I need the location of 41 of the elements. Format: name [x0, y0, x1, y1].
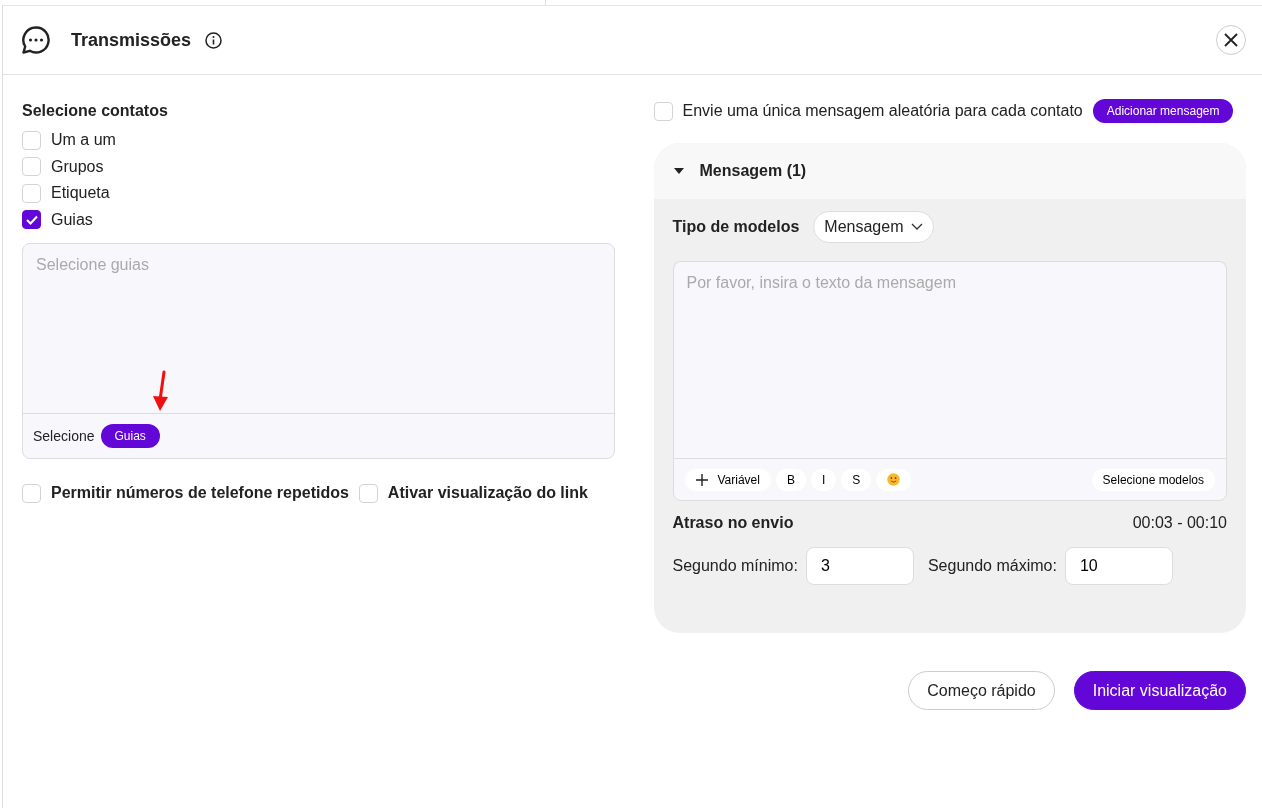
- template-type-select[interactable]: Mensagem: [813, 211, 935, 243]
- max-seconds-field[interactable]: 10: [1064, 547, 1173, 585]
- format-button[interactable]: I: [811, 468, 837, 491]
- checkbox-label: Permitir números de telefone repetidos: [51, 483, 349, 503]
- close-icon: [1224, 33, 1238, 47]
- field-label: Segundo mínimo:: [672, 556, 798, 576]
- format-button[interactable]: S: [841, 468, 872, 491]
- select-templates-button[interactable]: Selecione modelos: [1091, 468, 1215, 491]
- section-heading: Selecione contatos: [22, 101, 169, 121]
- add-variable-button[interactable]: Variável: [684, 468, 771, 491]
- chevron-down-icon: [911, 223, 924, 231]
- panel-header[interactable]: Mensagem (1): [653, 143, 1246, 199]
- plus-icon: [695, 473, 708, 486]
- add-message-button[interactable]: Adicionar mensagem: [1092, 99, 1234, 123]
- emoji-button[interactable]: [876, 468, 912, 491]
- close-button[interactable]: [1216, 25, 1246, 55]
- annotation-arrow: [151, 370, 171, 412]
- checkbox[interactable]: [22, 210, 41, 230]
- delay-range: 00:03 - 00:10: [1132, 513, 1227, 533]
- quick-start-button[interactable]: Começo rápido: [908, 671, 1055, 710]
- format-button[interactable]: B: [775, 468, 806, 491]
- tabs-button[interactable]: Guias: [100, 424, 160, 448]
- checkbox-label: Guias: [51, 209, 93, 230]
- section-heading: Atraso no envio: [672, 513, 794, 533]
- info-icon: [205, 31, 223, 49]
- start-preview-button[interactable]: Iniciar visualização: [1073, 671, 1246, 710]
- panel-title: Mensagem (1): [699, 161, 807, 181]
- checkbox-label: Etiqueta: [51, 183, 110, 204]
- chat-bubble-icon: [21, 25, 51, 55]
- smiley-icon: [887, 473, 901, 486]
- dialog-title: Transmissões: [71, 28, 192, 52]
- field-label: Tipo de modelos: [672, 217, 800, 237]
- message-field[interactable]: Por favor, insira o texto da mensagem: [672, 261, 1227, 458]
- min-seconds-field[interactable]: 3: [805, 547, 914, 585]
- field-label: Selecione: [33, 426, 95, 446]
- checkmark-icon: [25, 214, 38, 225]
- field-label: Segundo máximo:: [927, 556, 1057, 576]
- checkbox-label: Grupos: [51, 156, 104, 177]
- checkbox-label: Ativar visualização do link: [387, 483, 588, 503]
- checkbox-label: Um a um: [51, 130, 116, 151]
- checkbox-label: Envie uma única mensagem aleatória para cada contato: [682, 101, 1083, 121]
